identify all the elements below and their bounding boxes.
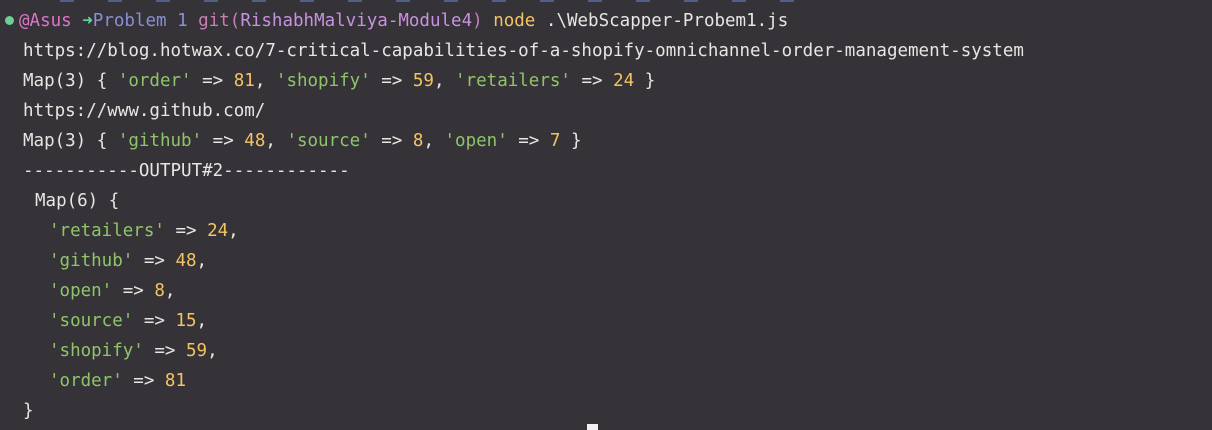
map-sep: , bbox=[228, 221, 239, 241]
map-key: 'source' bbox=[49, 311, 134, 331]
map-entry: 'github' => 48, bbox=[0, 246, 1212, 276]
prompt-line: @Asus ➜Problem 1 git(RishabhMalviya-Modu… bbox=[0, 6, 1212, 36]
map-comma: , bbox=[433, 71, 456, 91]
map-value: 48 bbox=[244, 131, 266, 151]
map-key: 'open' bbox=[49, 281, 113, 301]
prompt-directory: Problem 1 bbox=[92, 11, 188, 31]
map-value: 8 bbox=[412, 131, 424, 151]
map-sep: , bbox=[196, 311, 208, 331]
map-value: 48 bbox=[175, 251, 197, 271]
map-head: Map(3) { bbox=[23, 71, 118, 91]
status-dot-icon bbox=[5, 16, 14, 25]
map-comma: , bbox=[265, 131, 287, 151]
map-arrow: => bbox=[202, 131, 245, 151]
map-key: 'order' bbox=[49, 371, 123, 391]
map-value: 15 bbox=[175, 311, 197, 331]
map-head: Map(3) { bbox=[23, 131, 118, 151]
map-key: 'source' bbox=[286, 131, 371, 151]
output-url-2: https://www.github.com/ bbox=[23, 101, 266, 121]
map-entry: 'open' => 8, bbox=[0, 276, 1212, 306]
map-arrow: => bbox=[570, 71, 614, 91]
map-key: 'shopify' bbox=[49, 341, 144, 361]
prompt-args: .\WebScapper-Probem1.js bbox=[545, 11, 789, 31]
output-map-3-tail: } bbox=[23, 401, 34, 421]
prompt-user: @Asus bbox=[19, 11, 72, 31]
map-sep: , bbox=[196, 251, 208, 271]
output-url-1: https://blog.hotwax.co/7-critical-capabi… bbox=[23, 41, 1024, 61]
map-sep: , bbox=[207, 341, 218, 361]
map-value: 24 bbox=[613, 71, 635, 91]
map-key: 'github' bbox=[49, 251, 134, 271]
map-key: 'retailers' bbox=[455, 71, 571, 91]
map-entry: 'retailers' => 24, bbox=[0, 216, 1212, 246]
map-arrow: => bbox=[370, 131, 413, 151]
previous-line-remnant bbox=[60, 0, 800, 2]
output-map-1: Map(3) { 'order' => 81, 'shopify' => 59,… bbox=[0, 66, 1212, 96]
map-key: 'shopify' bbox=[275, 71, 371, 91]
map-entry: 'shopify' => 59, bbox=[0, 336, 1212, 366]
map-value: 59 bbox=[185, 341, 208, 361]
prompt-arrow-icon: ➜ bbox=[82, 11, 93, 31]
prompt-git-close: ) bbox=[472, 11, 483, 31]
output-map-2: Map(3) { 'github' => 48, 'source' => 8, … bbox=[0, 126, 1212, 156]
map-value: 8 bbox=[154, 281, 165, 301]
map-entry: 'order' => 81 bbox=[0, 366, 1212, 396]
map-arrow: => bbox=[133, 251, 176, 271]
map-arrow: => bbox=[370, 71, 413, 91]
prompt-git-branch: RishabhMalviya-Module4 bbox=[240, 11, 473, 31]
output-map-3-head: Map(6) { bbox=[35, 191, 120, 211]
terminal-cursor bbox=[587, 424, 598, 430]
map-key: 'github' bbox=[117, 131, 203, 151]
map-arrow: => bbox=[191, 71, 234, 91]
output-separator: -----------OUTPUT#2------------ bbox=[23, 161, 350, 181]
map-arrow: => bbox=[143, 341, 186, 361]
map-arrow: => bbox=[507, 131, 550, 151]
map-key: 'open' bbox=[444, 131, 508, 151]
terminal-output[interactable]: @Asus ➜Problem 1 git(RishabhMalviya-Modu… bbox=[0, 6, 1212, 426]
map-value: 81 bbox=[164, 371, 186, 391]
map-key: 'retailers' bbox=[49, 221, 165, 241]
map-value: 24 bbox=[207, 221, 229, 241]
prompt-git-label: git( bbox=[198, 11, 241, 31]
map-entry: 'source' => 15, bbox=[0, 306, 1212, 336]
map-arrow: => bbox=[122, 371, 165, 391]
map-comma: , bbox=[423, 131, 445, 151]
map-sep: , bbox=[164, 281, 176, 301]
map-key: 'order' bbox=[117, 71, 192, 91]
prompt-command: node bbox=[493, 11, 536, 31]
map-comma: , bbox=[254, 71, 276, 91]
map-value: 59 bbox=[412, 71, 434, 91]
map-tail: } bbox=[560, 131, 582, 151]
map-tail: } bbox=[634, 71, 656, 91]
map-arrow: => bbox=[133, 311, 176, 331]
map-value: 81 bbox=[233, 71, 255, 91]
map-arrow: => bbox=[112, 281, 155, 301]
map-arrow: => bbox=[164, 221, 208, 241]
map-value: 7 bbox=[549, 131, 561, 151]
